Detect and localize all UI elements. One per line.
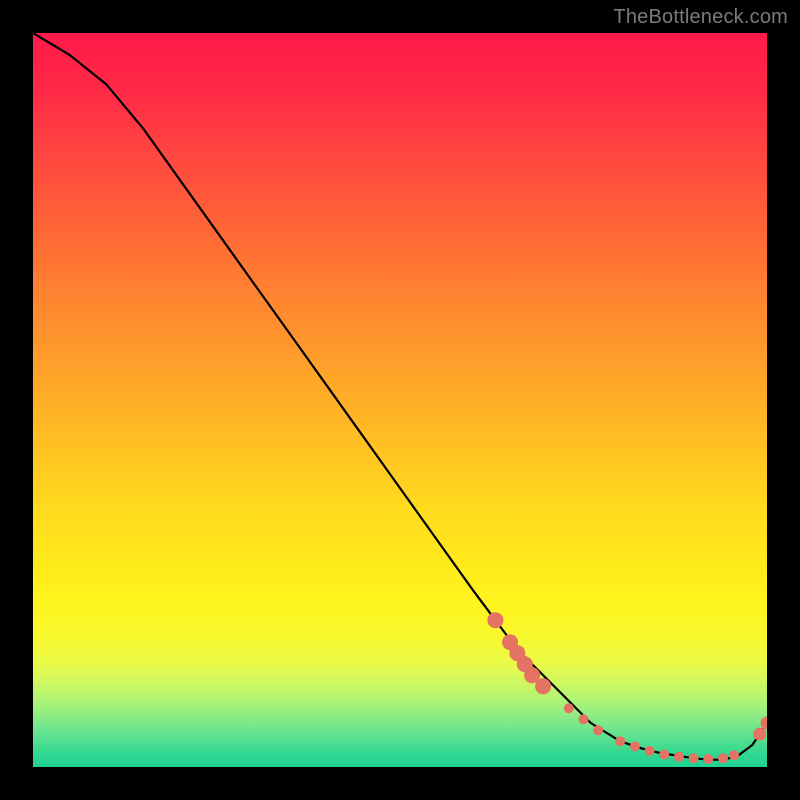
watermark-text: TheBottleneck.com	[613, 6, 788, 29]
data-point	[564, 704, 573, 713]
data-point	[674, 752, 683, 761]
data-point	[594, 726, 603, 735]
bottleneck-curve	[33, 33, 767, 760]
data-point	[754, 728, 766, 740]
data-point	[761, 717, 767, 729]
data-point	[616, 737, 625, 746]
chart-frame: TheBottleneck.com	[0, 0, 800, 800]
data-point	[689, 754, 698, 763]
data-point	[525, 668, 540, 683]
data-point	[630, 742, 639, 751]
data-point	[645, 746, 654, 755]
data-point	[719, 754, 728, 763]
data-points	[488, 613, 767, 764]
data-point	[730, 751, 739, 760]
data-point	[536, 679, 551, 694]
chart-svg	[33, 33, 767, 767]
plot-area	[33, 33, 767, 767]
data-point	[704, 754, 713, 763]
data-point	[660, 750, 669, 759]
data-point	[579, 715, 588, 724]
data-point	[488, 613, 503, 628]
